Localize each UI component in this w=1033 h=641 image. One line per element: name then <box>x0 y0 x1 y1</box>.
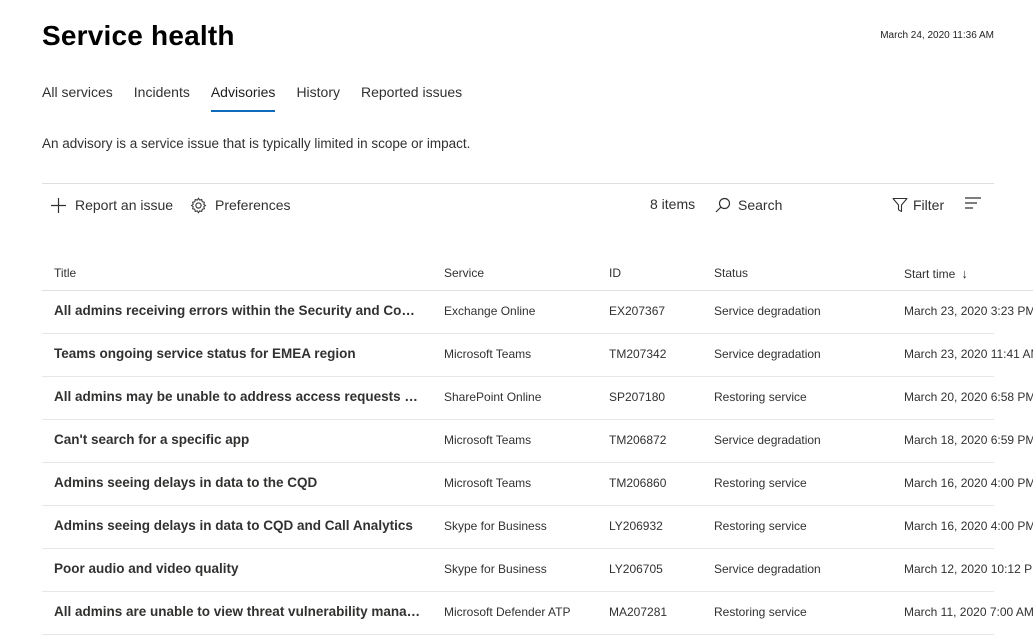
advisory-title-link[interactable]: Admins seeing delays in data to CQD and … <box>54 518 422 533</box>
service-cell: Microsoft Teams <box>444 476 532 490</box>
table-row[interactable]: Admins seeing delays in data to the CQD M… <box>42 463 1033 506</box>
service-cell: Microsoft Teams <box>444 433 532 447</box>
status-cell: Service degradation <box>714 347 821 361</box>
filter-label: Filter <box>913 197 945 213</box>
service-cell: Skype for Business <box>444 562 547 576</box>
divider <box>42 183 994 184</box>
tab-reported-issues[interactable]: Reported issues <box>361 84 462 112</box>
column-header-start-time[interactable]: Start time ↓ <box>904 266 968 281</box>
id-cell: MA207281 <box>609 605 668 619</box>
service-cell: SharePoint Online <box>444 390 542 404</box>
report-issue-button[interactable]: Report an issue <box>50 193 173 217</box>
preferences-button[interactable]: Preferences <box>190 193 290 217</box>
tab-advisories[interactable]: Advisories <box>210 84 275 112</box>
table-row[interactable]: Poor audio and video quality Skype for Bu… <box>42 549 1033 592</box>
table-row[interactable]: All admins may be unable to address acce… <box>42 377 1033 420</box>
status-cell: Service degradation <box>714 433 821 447</box>
id-cell: TM206860 <box>609 476 667 490</box>
start-time-cell: March 11, 2020 7:00 AM <box>904 605 1033 619</box>
filter-button[interactable]: Filter <box>892 193 944 217</box>
status-cell: Service degradation <box>714 562 821 576</box>
start-time-cell: March 12, 2020 10:12 PM <box>904 562 1033 576</box>
table-body: All admins receiving errors within the S… <box>42 291 1033 635</box>
advisory-description: An advisory is a service issue that is t… <box>42 136 471 151</box>
plus-icon <box>51 197 66 213</box>
search-input[interactable] <box>738 197 858 213</box>
id-cell: TM207342 <box>609 347 667 361</box>
last-updated-timestamp: March 24, 2020 11:36 AM <box>880 30 994 41</box>
filter-icon <box>892 197 908 213</box>
start-time-cell: March 16, 2020 4:00 PM <box>904 519 1033 533</box>
service-cell: Skype for Business <box>444 519 547 533</box>
tab-bar: All services Incidents Advisories Histor… <box>42 84 483 114</box>
column-options-button[interactable] <box>964 196 982 215</box>
service-cell: Microsoft Teams <box>444 347 532 361</box>
start-time-cell: March 16, 2020 4:00 PM <box>904 476 1033 490</box>
table-row[interactable]: All admins receiving errors within the S… <box>42 291 1033 334</box>
id-cell: SP207180 <box>609 390 666 404</box>
start-time-cell: March 23, 2020 11:41 AM <box>904 347 1033 361</box>
id-cell: LY206932 <box>609 519 663 533</box>
advisory-title-link[interactable]: Poor audio and video quality <box>54 561 422 576</box>
tab-incidents[interactable]: Incidents <box>134 84 190 112</box>
table-row[interactable]: Teams ongoing service status for EMEA re… <box>42 334 1033 377</box>
id-cell: EX207367 <box>609 304 666 318</box>
table-header: Title Service ID Status Start time ↓ <box>42 258 1033 291</box>
start-time-cell: March 23, 2020 3:23 PM <box>904 304 1033 318</box>
lines-icon <box>965 197 981 209</box>
advisory-title-link[interactable]: Admins seeing delays in data to the CQD <box>54 475 422 490</box>
search-icon <box>715 197 731 213</box>
preferences-label: Preferences <box>215 197 291 213</box>
start-time-cell: March 18, 2020 6:59 PM <box>904 433 1033 447</box>
column-header-title[interactable]: Title <box>54 266 76 280</box>
id-cell: LY206705 <box>609 562 663 576</box>
page-title: Service health <box>42 20 235 51</box>
status-cell: Service degradation <box>714 304 821 318</box>
tab-all-services[interactable]: All services <box>42 84 113 112</box>
advisory-title-link[interactable]: All admins may be unable to address acce… <box>54 389 422 404</box>
item-count: 8 items <box>650 196 696 212</box>
column-header-service[interactable]: Service <box>444 266 484 280</box>
status-cell: Restoring service <box>714 605 807 619</box>
service-cell: Microsoft Defender ATP <box>444 605 571 619</box>
table-row[interactable]: Admins seeing delays in data to CQD and … <box>42 506 1033 549</box>
service-cell: Exchange Online <box>444 304 536 318</box>
advisory-title-link[interactable]: All admins receiving errors within the S… <box>54 303 422 318</box>
tab-history[interactable]: History <box>296 84 340 112</box>
gear-icon <box>190 197 207 213</box>
search-box[interactable] <box>714 194 874 216</box>
sort-descending-icon: ↓ <box>961 266 968 281</box>
column-header-status[interactable]: Status <box>714 266 748 280</box>
report-issue-label: Report an issue <box>75 197 174 213</box>
status-cell: Restoring service <box>714 390 807 404</box>
start-time-header-label: Start time <box>904 267 956 281</box>
table-row[interactable]: Can't search for a specific app Microsoft… <box>42 420 1033 463</box>
start-time-cell: March 20, 2020 6:58 PM <box>904 390 1033 404</box>
column-header-id[interactable]: ID <box>609 266 621 280</box>
advisory-title-link[interactable]: Can't search for a specific app <box>54 432 422 447</box>
advisories-table: Title Service ID Status Start time ↓ All … <box>42 258 1033 635</box>
table-row[interactable]: All admins are unable to view threat vul… <box>42 592 1033 635</box>
advisory-title-link[interactable]: Teams ongoing service status for EMEA re… <box>54 346 422 361</box>
status-cell: Restoring service <box>714 476 807 490</box>
advisory-title-link[interactable]: All admins are unable to view threat vul… <box>54 604 422 619</box>
status-cell: Restoring service <box>714 519 807 533</box>
id-cell: TM206872 <box>609 433 667 447</box>
